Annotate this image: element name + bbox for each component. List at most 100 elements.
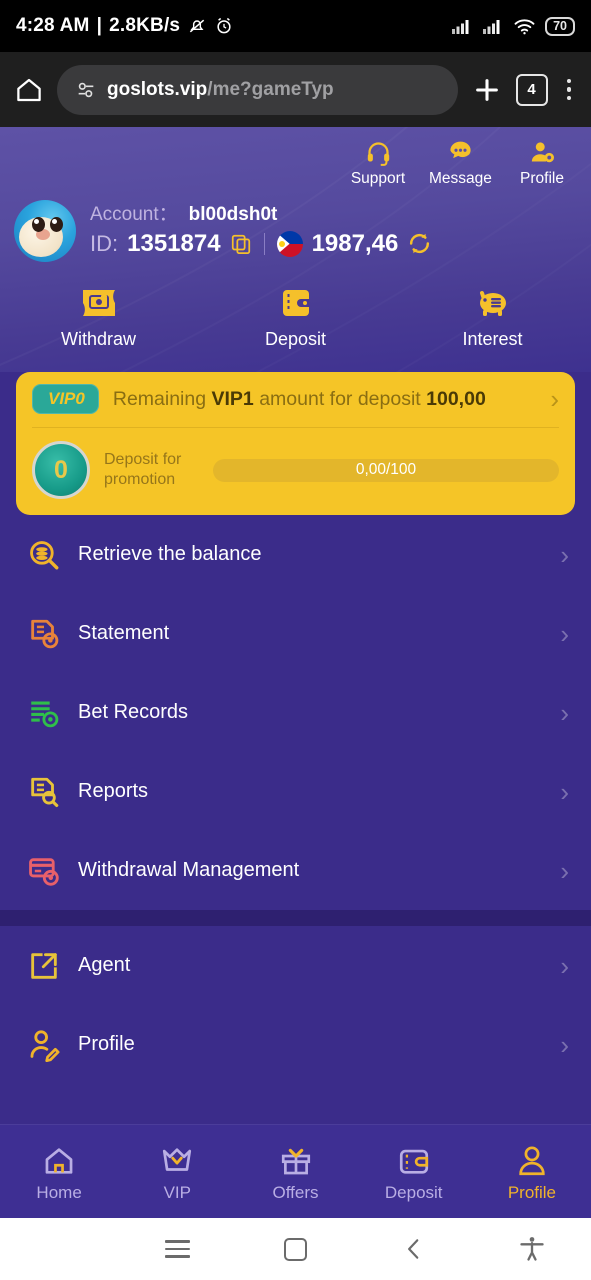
withdraw-label: Withdraw [60, 329, 136, 349]
site-settings-icon[interactable] [75, 79, 97, 101]
battery-level: 70 [553, 19, 567, 33]
nav-label: Offers [272, 1182, 319, 1202]
message-button[interactable]: Message [429, 137, 492, 188]
chat-bubble-icon [429, 137, 491, 167]
menu-item-label: Statement [78, 622, 170, 644]
header-top-icons: Support Message Profile [0, 127, 591, 188]
home-icon[interactable] [14, 75, 44, 105]
withdraw-ticket-icon [0, 282, 197, 324]
refresh-icon[interactable] [407, 231, 432, 256]
avatar-eye-right [50, 217, 63, 232]
status-bar-left: 4:28 AM | 2.8KB/s [16, 15, 234, 37]
crown-icon [118, 1141, 236, 1181]
card-gear-icon [26, 853, 62, 889]
nav-item-vip[interactable]: VIP [118, 1141, 236, 1203]
app-header: Support Message Profile Account： bl00dsh… [0, 127, 591, 372]
system-menu-button[interactable] [118, 1240, 236, 1258]
tab-counter[interactable]: 4 [515, 73, 548, 106]
interest-button[interactable]: Interest [394, 282, 591, 350]
menu-item-label: Reports [78, 780, 149, 802]
vip-promotion-card[interactable]: VIP0 Remaining VIP1 amount for deposit 1… [16, 372, 575, 515]
nav-label: Home [36, 1182, 82, 1202]
deposit-button[interactable]: Deposit [197, 282, 394, 350]
vip-coin-medallion: 0 [32, 441, 90, 499]
interest-label: Interest [462, 329, 523, 349]
tab-count-value: 4 [527, 81, 536, 98]
menu-item-profile[interactable]: Profile › [0, 1005, 591, 1084]
profile-label: Profile [520, 170, 564, 187]
deposit-progress-bar: 0,00/100 [213, 458, 559, 482]
menu-group-secondary: Agent › Profile › [0, 926, 591, 1084]
vip-text-amount: 100,00 [426, 387, 486, 410]
system-accessibility-button[interactable] [473, 1235, 591, 1263]
status-bar-right: 70 [451, 16, 575, 36]
system-navigation-bar [0, 1218, 591, 1280]
network-speed: 2.8KB/s [109, 15, 181, 36]
copy-icon[interactable] [230, 233, 252, 255]
wifi-icon [514, 19, 535, 35]
nav-item-offers[interactable]: Offers [236, 1141, 354, 1203]
nav-item-profile[interactable]: Profile [473, 1141, 591, 1203]
chevron-right-icon: › [560, 950, 569, 981]
chevron-right-icon[interactable]: › [550, 386, 559, 412]
vip-text-prefix: Remaining [112, 387, 212, 410]
document-search-icon [26, 774, 62, 810]
balance-value: 1987,46 [311, 229, 399, 257]
support-label: Support [350, 170, 406, 187]
menu-item-label: Bet Records [78, 701, 189, 723]
menu-item-statement[interactable]: Statement › [0, 594, 591, 673]
chevron-right-icon: › [560, 697, 569, 728]
menu-item-reports[interactable]: Reports › [0, 752, 591, 831]
id-value: 1351874 [127, 229, 221, 257]
nav-item-home[interactable]: Home [0, 1141, 118, 1203]
person-icon [473, 1141, 591, 1181]
system-back-button[interactable] [355, 1236, 473, 1262]
vip-card-top: VIP0 Remaining VIP1 amount for deposit 1… [32, 384, 559, 414]
progress-text: 0,00/100 [355, 461, 417, 478]
menu-icon [164, 1240, 190, 1258]
message-label: Message [429, 170, 492, 187]
account-texts: Account： bl00dsh0t ID: 1351874 1987,46 [90, 204, 432, 258]
wallet-icon [355, 1141, 473, 1181]
account-name-row: Account： bl00dsh0t [90, 204, 432, 226]
url-path: /me?gameTyp [207, 78, 334, 100]
user-gear-icon [511, 137, 573, 167]
chevron-right-icon: › [560, 539, 569, 570]
menu-group-divider [0, 910, 591, 926]
cellular-signal-icon [483, 20, 500, 34]
accessibility-icon [520, 1237, 544, 1261]
bottom-navigation: Home VIP Offers Deposit Profile [0, 1124, 591, 1218]
nav-label: Profile [507, 1182, 556, 1202]
menu-item-label: Withdrawal Management [78, 859, 300, 881]
menu-item-label: Profile [78, 1033, 135, 1055]
withdraw-button[interactable]: Withdraw [0, 282, 197, 350]
vip-coin-value: 0 [54, 455, 68, 484]
wallet-icon [197, 282, 394, 324]
share-box-icon [26, 948, 62, 984]
menu-item-agent[interactable]: Agent › [0, 926, 591, 1005]
account-label: Account： [90, 204, 178, 226]
profile-button[interactable]: Profile [511, 137, 573, 188]
home-icon [0, 1141, 118, 1181]
vip-text-level: VIP1 [211, 387, 254, 410]
nav-item-deposit[interactable]: Deposit [355, 1141, 473, 1203]
quick-actions: Withdraw Deposit Interest [0, 268, 591, 366]
account-id-row: ID: 1351874 1987,46 [90, 230, 432, 258]
menu-item-retrieve-the-balance[interactable]: Retrieve the balance › [0, 515, 591, 594]
vertical-divider [263, 232, 265, 255]
coins-search-icon [26, 537, 62, 573]
system-recents-button[interactable] [236, 1237, 354, 1261]
url-bar[interactable]: goslots.vip/me?gameTyp [57, 64, 458, 115]
vip-level-badge: VIP0 [32, 384, 99, 414]
menu-item-bet-records[interactable]: Bet Records › [0, 673, 591, 752]
piggy-bank-icon [394, 282, 591, 324]
menu-item-withdrawal-management[interactable]: Withdrawal Management › [0, 831, 591, 910]
alarm-clock-icon [217, 17, 231, 34]
support-button[interactable]: Support [347, 137, 409, 188]
id-label: ID: [90, 230, 119, 256]
overflow-menu-icon[interactable] [561, 78, 578, 101]
vip-text-middle: amount for deposit [253, 387, 427, 410]
pufferfish-avatar[interactable] [14, 200, 76, 262]
document-clock-icon [26, 616, 62, 652]
plus-icon[interactable] [471, 74, 503, 106]
